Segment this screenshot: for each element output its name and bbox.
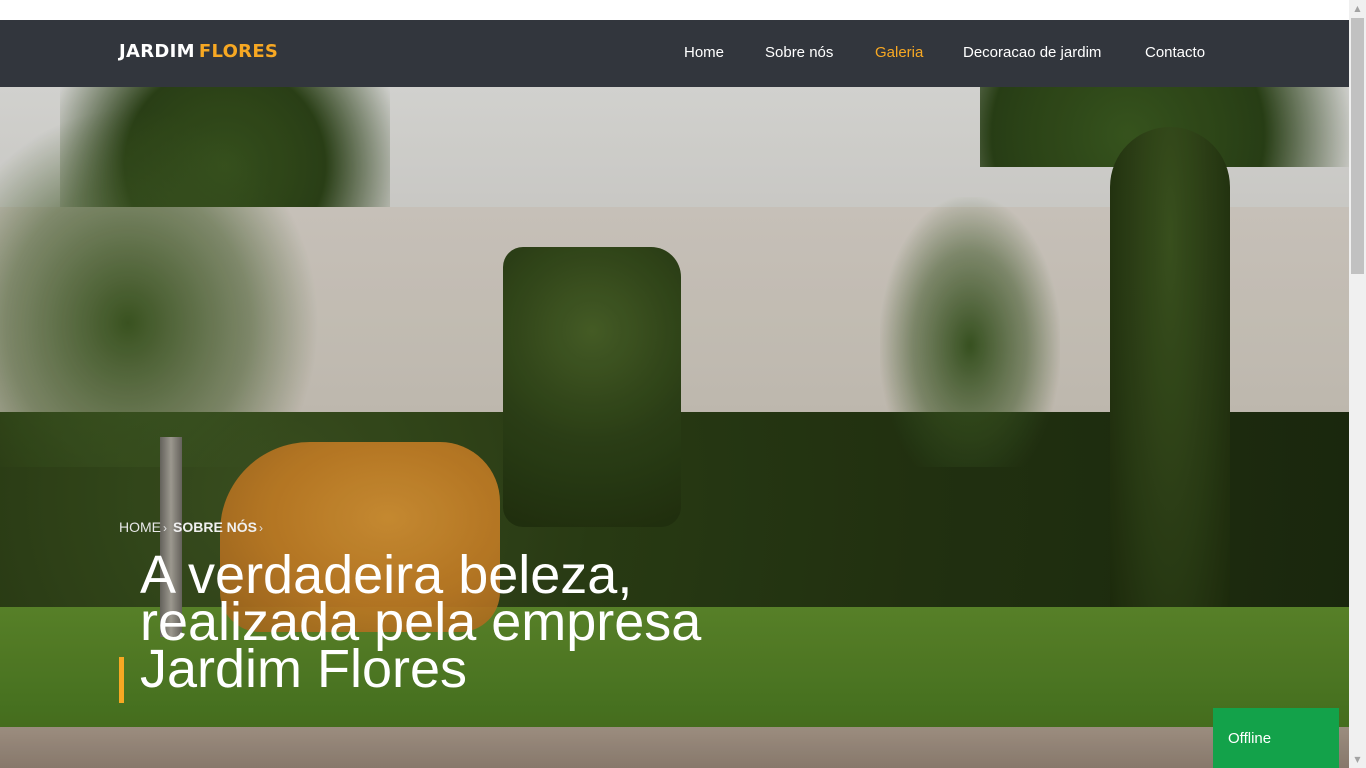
- scroll-thumb[interactable]: [1351, 18, 1364, 274]
- site-logo[interactable]: JARDIM FLORES: [119, 42, 278, 62]
- breadcrumb-sobre-nos[interactable]: SOBRE NÓS: [173, 519, 257, 535]
- nav-link-contacto[interactable]: Contacto: [1145, 44, 1205, 62]
- headline-accent-bar: [119, 657, 124, 703]
- scroll-down-arrow-icon[interactable]: ▼: [1349, 751, 1366, 768]
- nav-link-sobre-nos[interactable]: Sobre nós: [765, 44, 833, 62]
- chat-offline-tab[interactable]: Offline: [1213, 708, 1339, 768]
- breadcrumb-home[interactable]: HOME: [119, 519, 161, 535]
- site-navbar: JARDIM FLORES Home Sobre nós Galeria Deco…: [0, 20, 1349, 87]
- hero-headline: A verdadeira beleza, realizada pela empr…: [140, 548, 900, 696]
- nav-link-home[interactable]: Home: [684, 44, 724, 62]
- nav-link-galeria[interactable]: Galeria: [875, 44, 923, 62]
- logo-text-jardim: JARDIM: [119, 41, 195, 62]
- page-scrollbar[interactable]: ▲ ▼: [1349, 0, 1366, 768]
- top-white-strip: [0, 0, 1349, 20]
- hero-banner: HOME › SOBRE NÓS › A verdadeira beleza, rea…: [0, 87, 1349, 768]
- nav-link-decoracao-de-jardim[interactable]: Decoracao de jardim: [963, 44, 1101, 62]
- scroll-up-arrow-icon[interactable]: ▲: [1349, 0, 1366, 17]
- hero-headline-line-3: Jardim Flores: [140, 639, 468, 699]
- logo-text-flores: FLORES: [198, 41, 279, 62]
- breadcrumb-chevron-icon: ›: [259, 521, 264, 535]
- breadcrumb: HOME › SOBRE NÓS ›: [119, 519, 269, 535]
- breadcrumb-chevron-icon: ›: [163, 521, 167, 535]
